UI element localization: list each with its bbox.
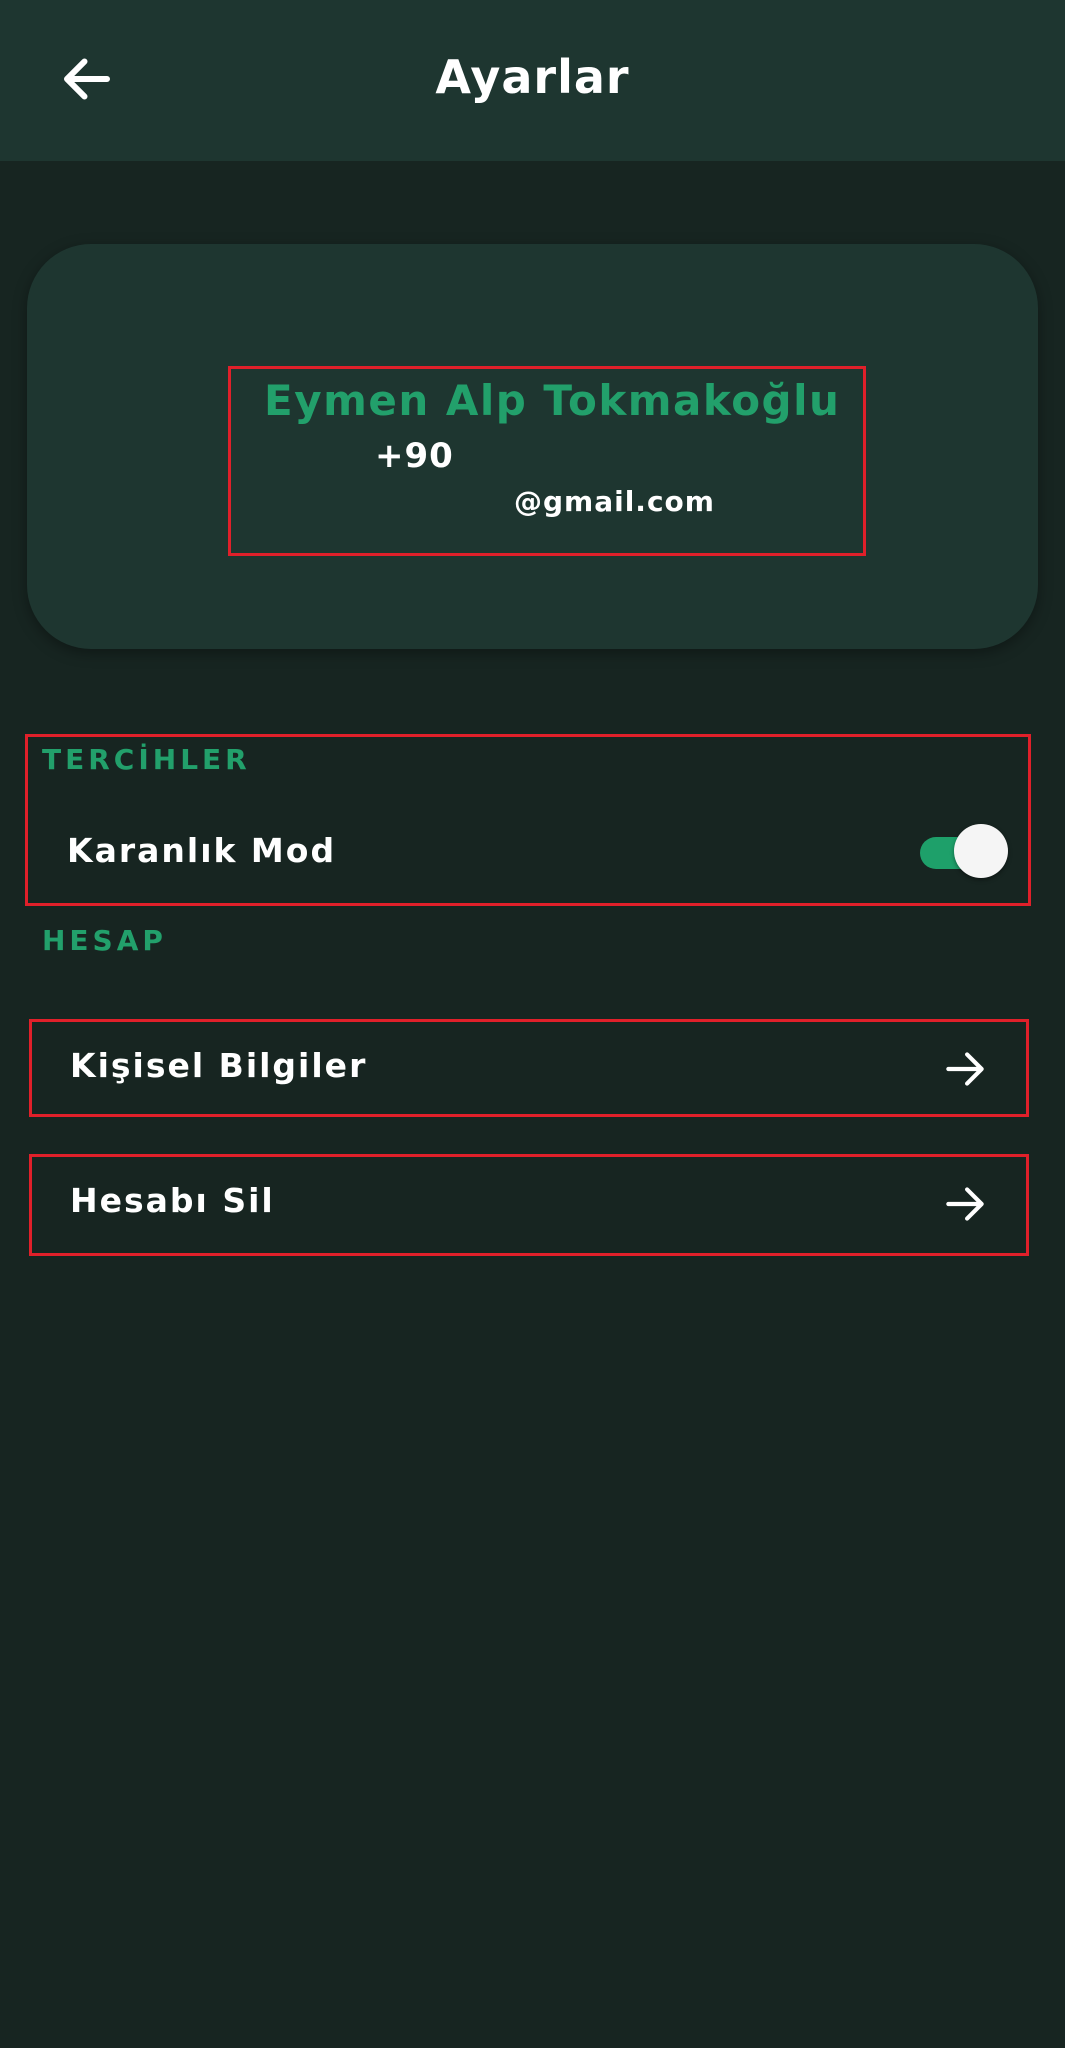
page-title: Ayarlar (435, 50, 630, 104)
personal-info-label: Kişisel Bilgiler (70, 1046, 368, 1085)
profile-email: @gmail.com (514, 485, 715, 518)
delete-account-label: Hesabı Sil (70, 1181, 275, 1220)
personal-info-row[interactable]: Kişisel Bilgiler (29, 1019, 1029, 1117)
arrow-right-icon (946, 1052, 984, 1086)
delete-account-row[interactable]: Hesabı Sil (29, 1154, 1029, 1256)
dark-mode-toggle[interactable] (920, 824, 1008, 878)
profile-name: Eymen Alp Tokmakoğlu (264, 376, 841, 425)
section-header-preferences: TERCİHLER (42, 743, 251, 776)
profile-phone: +90 (375, 436, 454, 476)
section-header-account: HESAP (42, 924, 167, 957)
dark-mode-label: Karanlık Mod (67, 831, 337, 870)
arrow-right-icon (946, 1187, 984, 1221)
toggle-thumb (954, 824, 1008, 878)
